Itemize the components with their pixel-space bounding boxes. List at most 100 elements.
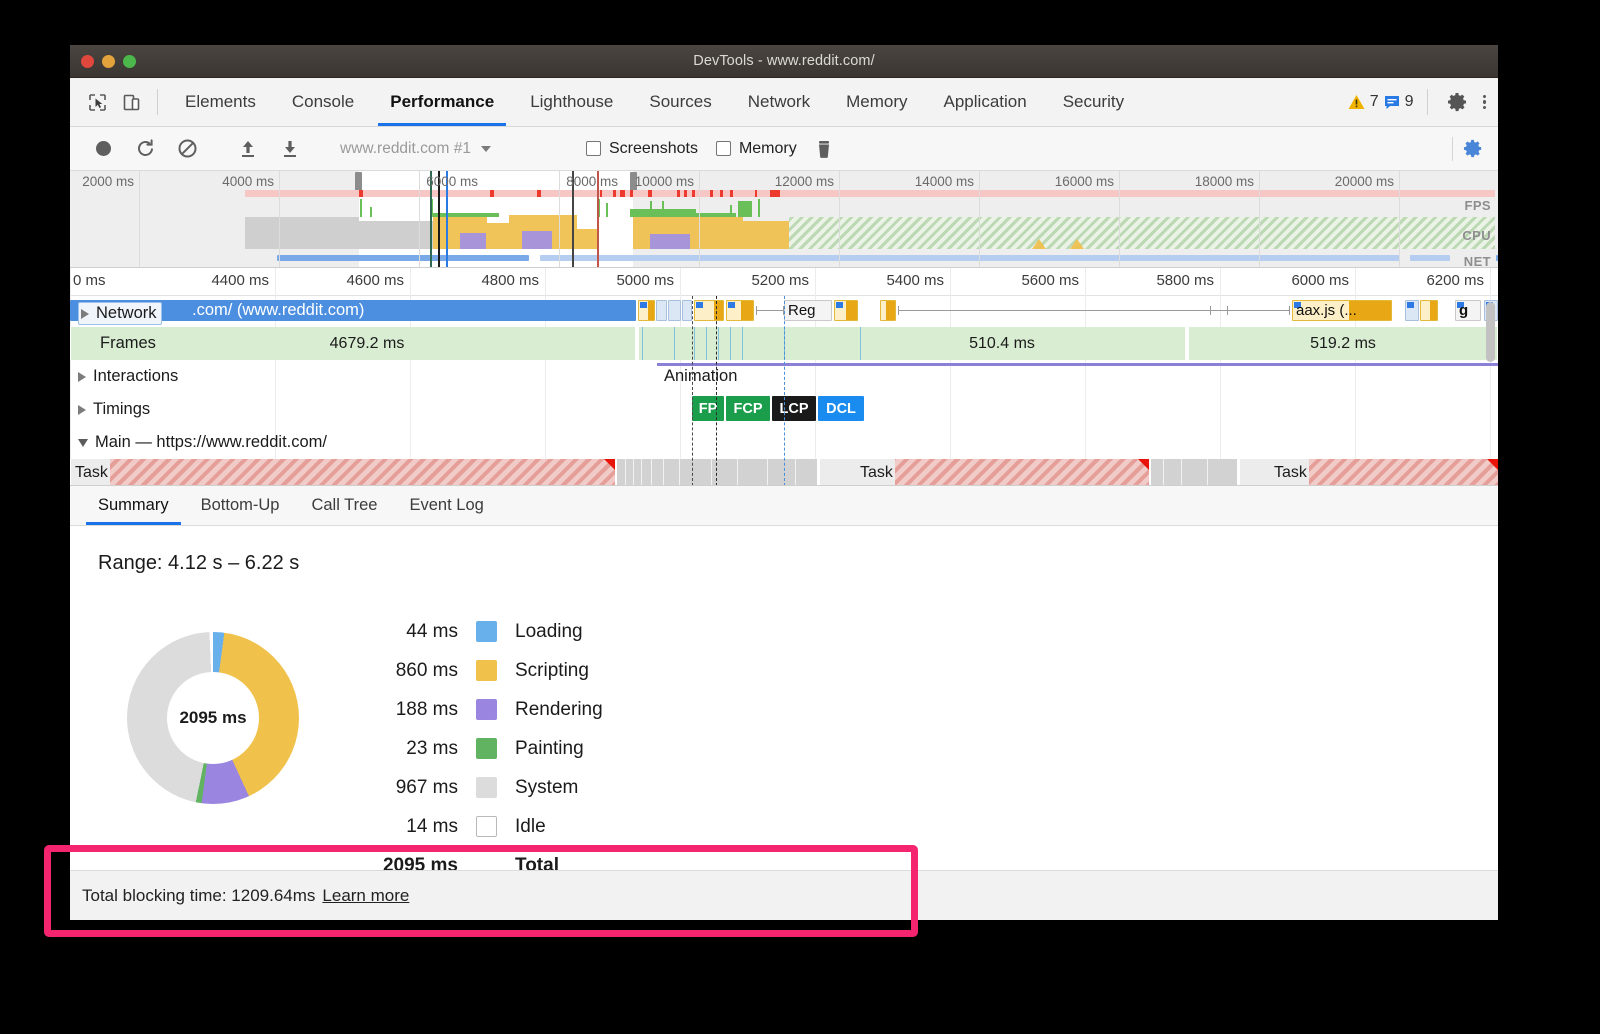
network-chip[interactable] — [1420, 300, 1438, 321]
network-chip[interactable] — [638, 300, 655, 321]
overview-network-bar — [359, 255, 529, 261]
memory-checkbox[interactable]: Memory — [715, 139, 797, 158]
track-label-interactions[interactable]: Interactions — [78, 367, 178, 386]
task-bar[interactable]: Task — [819, 459, 1149, 485]
overview-tick: 18000 ms — [1195, 171, 1260, 267]
tab-event-log[interactable]: Event Log — [393, 486, 499, 525]
network-chip-label[interactable]: g — [1455, 300, 1481, 321]
tick-label: 4400 ms — [211, 272, 269, 289]
timeline-tracks[interactable]: 0 ms 4400 ms 4600 ms 4800 ms 5000 ms 520… — [70, 268, 1498, 486]
task-bar[interactable]: Task — [1239, 459, 1498, 485]
network-marker — [630, 190, 633, 197]
tab-security[interactable]: Security — [1045, 78, 1142, 126]
network-chip[interactable] — [682, 300, 692, 321]
tab-performance[interactable]: Performance — [372, 78, 512, 126]
record-button[interactable] — [82, 127, 124, 171]
track-label-timings[interactable]: Timings — [78, 400, 150, 419]
devtools-window: DevTools - www.reddit.com/ Elements Cons… — [70, 45, 1498, 920]
overview-tick: 20000 ms — [1335, 171, 1400, 267]
tab-lighthouse[interactable]: Lighthouse — [512, 78, 631, 126]
devtools-more-button[interactable] — [1479, 78, 1499, 126]
frame-divider — [730, 327, 731, 360]
save-profile-button[interactable] — [269, 127, 311, 171]
legend-row-loading[interactable]: 44 ms Loading — [360, 612, 603, 651]
chevron-right-icon — [81, 308, 89, 319]
memory-label: Memory — [738, 139, 797, 157]
inspect-element-button[interactable] — [80, 78, 114, 126]
network-chip[interactable] — [834, 300, 858, 321]
tab-network[interactable]: Network — [730, 78, 828, 126]
overview-tick: 14000 ms — [915, 171, 980, 267]
maximize-window-button[interactable] — [123, 54, 136, 68]
network-chip-label[interactable]: aax.js (... — [1292, 300, 1392, 321]
timing-marker-fp[interactable]: FP — [692, 396, 724, 421]
legend-row-system[interactable]: 967 ms System — [360, 768, 603, 807]
legend-value: 44 ms — [406, 620, 458, 642]
tab-console[interactable]: Console — [274, 78, 372, 126]
tab-sources[interactable]: Sources — [631, 78, 729, 126]
legend-row-scripting[interactable]: 860 ms Scripting — [360, 651, 603, 690]
tracks-scrollbar[interactable] — [1486, 302, 1495, 362]
track-label-network[interactable]: Network — [78, 302, 162, 325]
timeline-overview[interactable]: 2000 ms 4000 ms 6000 ms 8000 ms 10000 ms… — [70, 171, 1498, 268]
tab-bottom-up[interactable]: Bottom-Up — [185, 486, 296, 525]
network-chip[interactable] — [656, 300, 667, 321]
overview-cpu-idle-hatch — [789, 217, 1495, 249]
track-label-frames[interactable]: Frames — [100, 334, 156, 353]
clear-recording-button[interactable] — [166, 127, 208, 171]
network-chip[interactable] — [726, 300, 754, 321]
summary-donut-chart[interactable]: 2095 ms — [88, 602, 338, 837]
network-chip[interactable] — [668, 300, 681, 321]
issue-counters[interactable]: 7 9 — [1348, 78, 1418, 126]
tab-label: Sources — [649, 92, 712, 111]
reload-and-record-button[interactable] — [124, 127, 166, 171]
network-chip[interactable] — [1405, 300, 1419, 321]
close-window-button[interactable] — [81, 54, 94, 68]
tab-summary[interactable]: Summary — [82, 486, 185, 525]
tab-application[interactable]: Application — [926, 78, 1045, 126]
network-marker — [770, 190, 780, 197]
devtools-settings-button[interactable] — [1437, 78, 1479, 126]
timing-marker-dcl[interactable]: DCL — [818, 396, 864, 421]
minimize-window-button[interactable] — [102, 54, 115, 68]
legend-row-idle[interactable]: 14 ms Idle — [360, 807, 603, 846]
collect-garbage-button[interactable] — [815, 139, 833, 159]
tick-label: 5000 ms — [616, 272, 674, 289]
checkbox-box — [586, 141, 601, 156]
legend-swatch-loading — [476, 621, 497, 642]
learn-more-link[interactable]: Learn more — [322, 886, 409, 906]
legend-row-painting[interactable]: 23 ms Painting — [360, 729, 603, 768]
network-marker — [755, 190, 757, 197]
tab-label: Security — [1062, 92, 1125, 111]
task-bar[interactable]: Task — [70, 459, 615, 485]
network-chip[interactable] — [880, 300, 896, 321]
tab-call-tree[interactable]: Call Tree — [295, 486, 393, 525]
network-chip[interactable] — [694, 300, 724, 321]
overview-tick: 6000 ms — [419, 171, 478, 267]
overview-lane-net: NET — [1463, 254, 1491, 268]
screenshots-checkbox[interactable]: Screenshots — [586, 140, 698, 158]
tick-label: 14000 ms — [914, 174, 974, 189]
profile-select[interactable]: www.reddit.com #1 — [340, 140, 568, 158]
overview-tick: 2000 ms — [82, 171, 140, 267]
timing-marker-lcp[interactable]: LCP — [772, 396, 816, 421]
network-chip-label[interactable]: Reg — [784, 300, 832, 321]
window-controls[interactable] — [81, 54, 136, 68]
load-profile-button[interactable] — [227, 127, 269, 171]
track-label-main[interactable]: Main — https://www.reddit.com/ — [78, 433, 327, 452]
legend-row-rendering[interactable]: 188 ms Rendering — [360, 690, 603, 729]
tab-elements[interactable]: Elements — [167, 78, 274, 126]
device-toolbar-button[interactable] — [114, 78, 148, 126]
capture-settings-button[interactable] — [1452, 136, 1498, 161]
tab-label: Application — [943, 92, 1027, 111]
frame-bar[interactable]: 519.2 ms — [1188, 327, 1498, 360]
tab-label: Lighthouse — [530, 92, 614, 111]
frame-bar[interactable]: 510.4 ms — [638, 327, 1186, 360]
overview-cpu-rendering — [650, 234, 690, 249]
tab-memory[interactable]: Memory — [828, 78, 925, 126]
overview-network-bar — [1496, 255, 1498, 261]
legend-label: Rendering — [515, 698, 603, 720]
record-circle-icon — [95, 141, 111, 156]
donut-ring: 2095 ms — [127, 632, 299, 804]
timing-marker-fcp[interactable]: FCP — [726, 396, 770, 421]
